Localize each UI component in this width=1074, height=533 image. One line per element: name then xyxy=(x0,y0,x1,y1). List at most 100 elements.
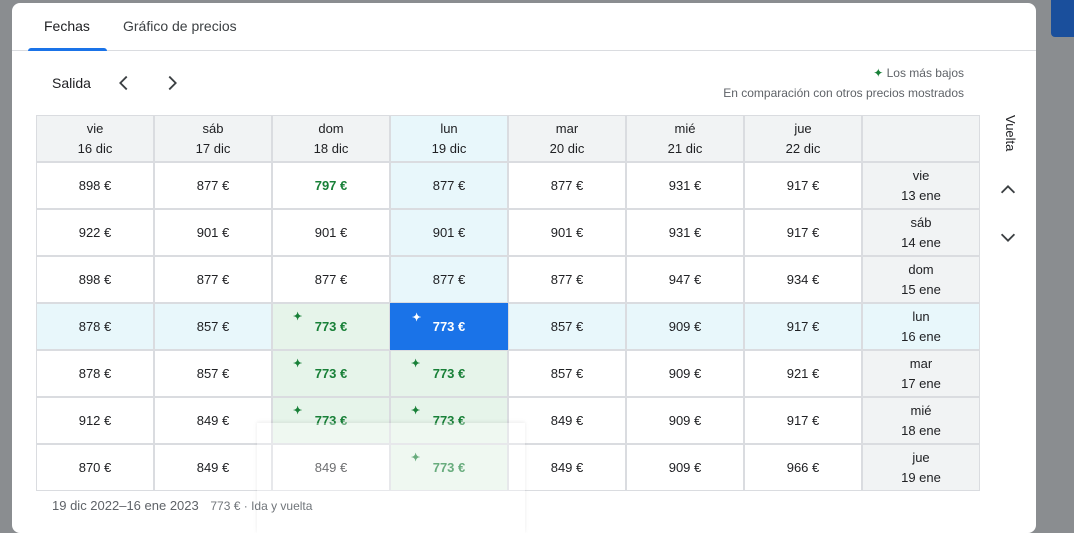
price-cell[interactable]: 870 € xyxy=(36,444,154,491)
row-day: dom xyxy=(908,261,934,277)
price-cell[interactable]: 901 € xyxy=(508,209,626,256)
price-cell[interactable]: ✦ 773 € xyxy=(390,303,508,350)
row-header-0[interactable]: vie 13 ene xyxy=(862,162,980,209)
column-date: 18 dic xyxy=(313,140,349,156)
price-value: 877 € xyxy=(196,272,230,287)
price-cell[interactable]: 797 € xyxy=(272,162,390,209)
chevron-up-icon[interactable] xyxy=(997,179,1019,201)
price-cell[interactable]: 877 € xyxy=(508,256,626,303)
price-cell[interactable]: 921 € xyxy=(744,350,862,397)
column-header-5[interactable]: mié 21 dic xyxy=(626,115,744,162)
price-cell[interactable]: 857 € xyxy=(508,350,626,397)
chevron-down-icon[interactable] xyxy=(997,226,1019,248)
date-grid-dialog: Fechas Gráfico de precios Salida ✦ Los m… xyxy=(12,3,1036,533)
price-cell[interactable]: 898 € xyxy=(36,256,154,303)
column-header-4[interactable]: mar 20 dic xyxy=(508,115,626,162)
price-cell[interactable]: 901 € xyxy=(154,209,272,256)
price-cell[interactable]: 909 € xyxy=(626,397,744,444)
sparkle-icon: ✦ xyxy=(293,311,303,323)
price-cell[interactable]: ✦ 773 € xyxy=(272,350,390,397)
row-date: 14 ene xyxy=(901,234,941,250)
price-cell[interactable]: 877 € xyxy=(390,256,508,303)
price-cell[interactable]: 901 € xyxy=(390,209,508,256)
price-cell[interactable]: 849 € xyxy=(154,444,272,491)
row-header-4[interactable]: mar 17 ene xyxy=(862,350,980,397)
price-value: 922 € xyxy=(78,225,112,240)
row-day: jue xyxy=(912,449,930,465)
price-cell[interactable]: 947 € xyxy=(626,256,744,303)
edge-button[interactable] xyxy=(1051,0,1074,37)
price-cell[interactable]: 877 € xyxy=(154,162,272,209)
price-cell[interactable]: 857 € xyxy=(154,350,272,397)
column-header-1[interactable]: sáb 17 dic xyxy=(154,115,272,162)
price-cell[interactable]: 901 € xyxy=(272,209,390,256)
price-cell[interactable]: 909 € xyxy=(626,303,744,350)
price-value: 917 € xyxy=(786,225,820,240)
chevron-left-icon[interactable] xyxy=(113,72,135,94)
chevron-right-icon[interactable] xyxy=(161,72,183,94)
price-cell[interactable]: 877 € xyxy=(272,256,390,303)
price-value: 921 € xyxy=(786,366,820,381)
price-cell[interactable]: 849 € xyxy=(508,397,626,444)
price-cell[interactable]: 917 € xyxy=(744,303,862,350)
legend-lowest-label: Los más bajos xyxy=(886,66,964,80)
row-day: vie xyxy=(912,167,930,183)
price-cell[interactable]: ✦ 773 € xyxy=(390,350,508,397)
price-cell[interactable]: 966 € xyxy=(744,444,862,491)
price-cell[interactable]: 857 € xyxy=(508,303,626,350)
price-cell[interactable]: 849 € xyxy=(508,444,626,491)
row-day: lun xyxy=(912,308,930,324)
price-value: 849 € xyxy=(550,460,584,475)
column-date: 22 dic xyxy=(785,140,821,156)
row-header-1[interactable]: sáb 14 ene xyxy=(862,209,980,256)
column-header-3[interactable]: lun 19 dic xyxy=(390,115,508,162)
tab-bar: Fechas Gráfico de precios xyxy=(12,3,1036,51)
price-cell[interactable]: 898 € xyxy=(36,162,154,209)
column-day: sáb xyxy=(202,120,224,136)
row-header-3[interactable]: lun 16 ene xyxy=(862,303,980,350)
row-header-6[interactable]: jue 19 ene xyxy=(862,444,980,491)
price-value: 909 € xyxy=(668,413,702,428)
price-cell[interactable]: 931 € xyxy=(626,209,744,256)
price-cell[interactable]: 909 € xyxy=(626,444,744,491)
price-cell[interactable]: 877 € xyxy=(390,162,508,209)
price-cell[interactable]: 909 € xyxy=(626,350,744,397)
row-day: mar xyxy=(909,355,933,371)
price-cell[interactable]: 931 € xyxy=(626,162,744,209)
tab-grafico-precios[interactable]: Gráfico de precios xyxy=(123,18,237,34)
price-cell[interactable]: 922 € xyxy=(36,209,154,256)
column-header-6[interactable]: jue 22 dic xyxy=(744,115,862,162)
price-value: 909 € xyxy=(668,460,702,475)
column-header-2[interactable]: dom 18 dic xyxy=(272,115,390,162)
row-date: 13 ene xyxy=(901,187,941,203)
salida-label: Salida xyxy=(52,75,91,91)
price-value: 931 € xyxy=(668,178,702,193)
row-header-5[interactable]: mié 18 ene xyxy=(862,397,980,444)
price-cell[interactable]: 934 € xyxy=(744,256,862,303)
price-cell[interactable]: 877 € xyxy=(508,162,626,209)
price-cell[interactable]: 912 € xyxy=(36,397,154,444)
price-value: 901 € xyxy=(314,225,348,240)
column-day: jue xyxy=(794,120,812,136)
price-value: 857 € xyxy=(196,319,230,334)
price-cell[interactable]: 877 € xyxy=(154,256,272,303)
tab-fechas[interactable]: Fechas xyxy=(44,18,90,34)
price-cell[interactable]: 878 € xyxy=(36,350,154,397)
price-cell[interactable]: 857 € xyxy=(154,303,272,350)
price-cell[interactable]: 917 € xyxy=(744,162,862,209)
price-cell[interactable]: 917 € xyxy=(744,397,862,444)
price-cell[interactable]: 878 € xyxy=(36,303,154,350)
price-value: 773 € xyxy=(314,319,348,334)
price-value: 849 € xyxy=(196,460,230,475)
price-cell[interactable]: 849 € xyxy=(154,397,272,444)
price-value: 917 € xyxy=(786,319,820,334)
price-value: 901 € xyxy=(432,225,466,240)
price-cell[interactable]: 917 € xyxy=(744,209,862,256)
price-value: 877 € xyxy=(432,272,466,287)
column-header-0[interactable]: vie 16 dic xyxy=(36,115,154,162)
row-header-2[interactable]: dom 15 ene xyxy=(862,256,980,303)
sparkle-icon: ✦ xyxy=(411,358,421,370)
price-value: 898 € xyxy=(78,272,112,287)
price-cell[interactable]: ✦ 773 € xyxy=(272,303,390,350)
row-date: 17 ene xyxy=(901,375,941,391)
